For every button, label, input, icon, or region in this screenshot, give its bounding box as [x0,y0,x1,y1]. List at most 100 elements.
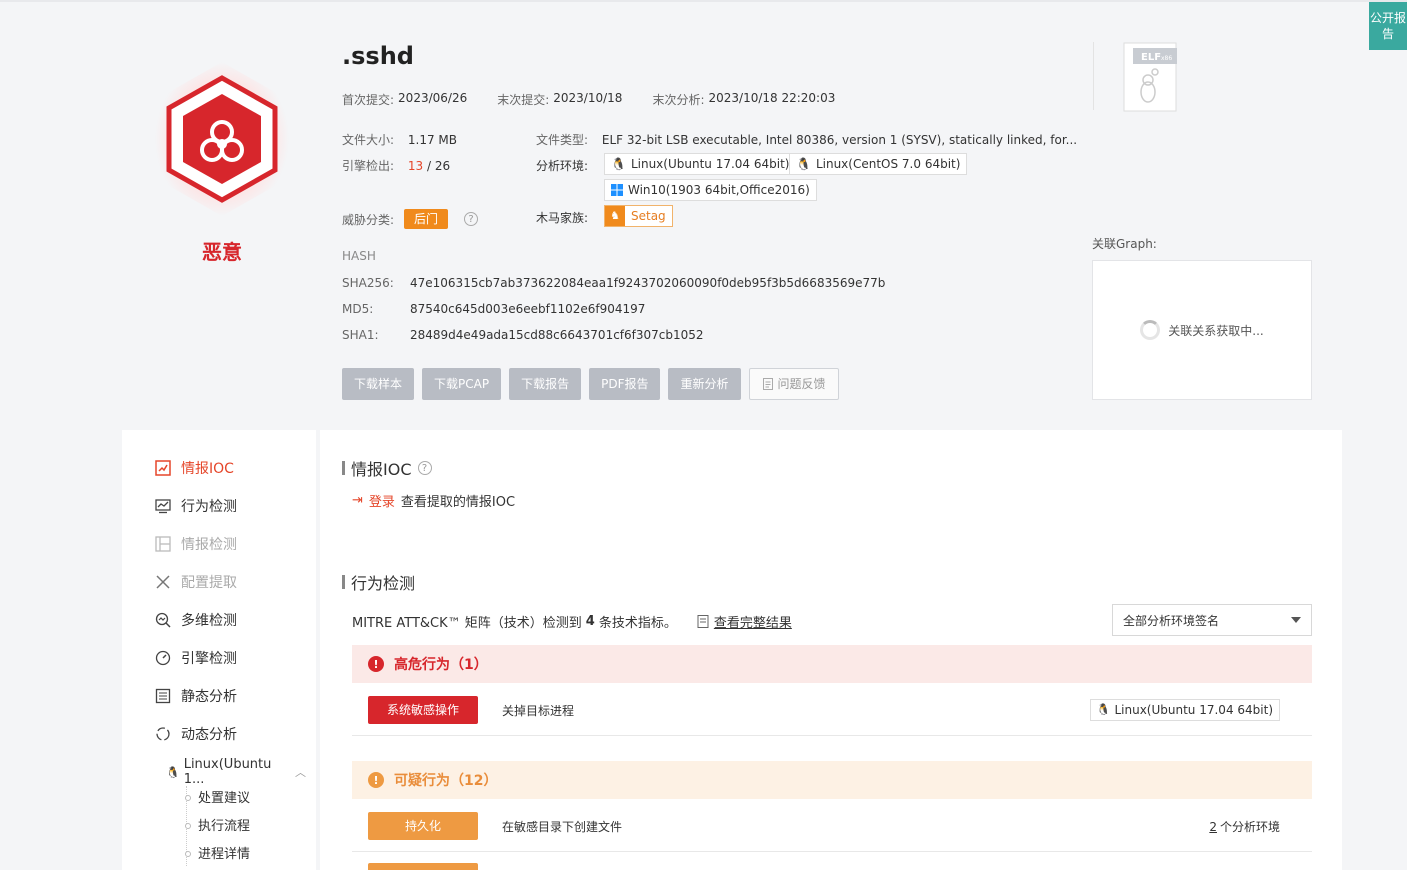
download-report-button[interactable]: 下载报告 [509,368,582,400]
table-row[interactable]: 持久化 在敏感目录下创建文件 2 个分析环境 [352,800,1312,852]
ioc-hint-text: 查看提取的情报IOC [400,495,516,510]
sidebar-item-static[interactable]: 静态分析 [154,686,237,706]
title-bar [342,461,345,475]
linux-icon: 🐧 [166,765,180,779]
sidebar-item-intel[interactable]: 情报检测 [154,534,237,554]
cycle-icon [154,725,172,743]
file-type-value: ELF 32-bit LSB executable, Intel 80386, … [601,133,1078,147]
view-full-results-link[interactable]: 查看完整结果 [697,612,792,631]
env-tag: 🐧 Linux(Ubuntu 17.04 64bit) [1089,699,1280,721]
title-bar [342,575,345,589]
sidebar-sub-process[interactable]: 进程详情 [184,843,250,862]
table-row[interactable]: 系统敏感操作 关掉目标进程 🐧 Linux(Ubuntu 17.04 64bit… [352,684,1312,736]
top-divider [0,0,1407,2]
sidebar-sub-flow[interactable]: 执行流程 [184,815,250,834]
ioc-login-hint: ⇥ 登录 查看提取的情报IOC [352,491,515,510]
behavior-desc: 在敏感目录下创建文件 [502,820,623,834]
ioc-icon [154,459,172,477]
gauge-icon [154,649,172,667]
last-submit-value: 2023/10/18 [553,91,623,105]
verdict-badge: 恶意 [143,60,301,270]
threat-label: 威胁分类: [342,212,395,227]
divider [1093,42,1094,110]
mitre-summary: MITRE ATT&CK™ 矩阵（技术）检测到 4 条技术指标。 查看完整结果 [352,612,792,631]
engines-label: 引擎检出: [342,159,395,173]
env-count[interactable]: 2 个分析环境 [1209,818,1280,835]
last-analysis-label: 末次分析: [652,93,705,107]
file-type: 文件类型: ELF 32-bit LSB executable, Intel 8… [536,131,1077,148]
login-icon: ⇥ [352,493,363,508]
elf-label: ELF [1141,52,1161,63]
threat-class: 威胁分类: 后门 ? [342,209,479,229]
feedback-button[interactable]: 问题反馈 [748,368,839,400]
engine-detections: 引擎检出: 13 / 26 [342,157,450,174]
env-tag-centos[interactable]: 🐧 Linux(CentOS 7.0 64bit) [789,153,968,175]
help-icon[interactable]: ? [417,461,432,475]
sha1-value[interactable]: 28489d4e49ada15cd88c6643701cf6f307cb1052 [410,328,704,342]
sidebar-item-multidim[interactable]: 多维检测 [154,610,237,630]
sha256-value[interactable]: 47e106315cb7ab373622084eaa1f924370206009… [410,276,885,290]
sidebar-sub-advice[interactable]: 处置建议 [184,787,250,806]
sidebar-env-ubuntu[interactable]: 🐧 Linux(Ubuntu 1... ︿ [166,757,306,787]
verdict-label: 恶意 [202,240,242,264]
elf-sublabel: x86 [1161,55,1172,62]
linux-icon: 🐧 [1096,703,1111,716]
layout-icon [154,535,172,553]
alert-icon: ! [368,656,384,672]
elf-file-icon: ELF x86 [1123,42,1177,112]
env-tag-win10[interactable]: Win10(1903 64bit,Office2016) [604,179,817,201]
graph-panel: 关联关系获取中... [1092,260,1312,400]
biohazard-hex-icon [155,62,289,216]
sidebar-item-engine[interactable]: 引擎检测 [154,648,237,668]
public-report-button[interactable]: 公开报告 [1369,2,1407,50]
last-analysis-value: 2023/10/18 22:20:03 [708,91,836,105]
alert-icon: ! [368,772,384,788]
sha256-row: SHA256: 47e106315cb7ab373622084eaa1f92437… [342,276,886,290]
action-toolbar: 下载样本 下载PCAP 下载报告 PDF报告 重新分析 问题反馈 [342,368,839,400]
graph-label: 关联Graph: [1092,237,1157,251]
sidebar-item-behavior[interactable]: 行为检测 [154,496,237,516]
hash-title: HASH [342,249,376,263]
sidebar-item-config[interactable]: 配置提取 [154,572,237,592]
document-icon [697,615,709,628]
behavior-desc: 关掉目标进程 [502,704,575,718]
file-size-label: 文件大小: [342,133,395,147]
md5-value[interactable]: 87540c645d003e6eebf1102e6f904197 [410,302,645,316]
last-submit-label: 末次提交: [497,93,550,107]
radar-icon [154,611,172,629]
linux-icon: 🐧 [796,157,811,171]
behavior-section-title: 行为检测 [342,570,415,594]
loading-spinner-icon [1140,320,1161,340]
list-icon [154,687,172,705]
first-submit-value: 2023/06/26 [398,91,468,105]
high-risk-header[interactable]: ! 高危行为（1） [352,645,1312,683]
behavior-tag: 系统敏感操作 [368,696,478,724]
download-sample-button[interactable]: 下载样本 [342,368,415,400]
trojan-icon: ♞ [605,206,625,226]
submission-dates: 首次提交: 2023/06/26 末次提交: 2023/10/18 末次分析: … [342,91,865,108]
ioc-section-title: 情报IOC ? [342,456,432,480]
file-name: .sshd [342,42,414,70]
suspicious-header[interactable]: ! 可疑行为（12） [352,761,1312,799]
reanalyze-button[interactable]: 重新分析 [668,368,741,400]
sidebar-item-dynamic[interactable]: 动态分析 [154,724,237,744]
help-icon[interactable]: ? [464,212,479,226]
env-signature-select[interactable]: 全部分析环境签名 [1112,604,1312,636]
first-submit-label: 首次提交: [342,93,395,107]
pdf-report-button[interactable]: PDF报告 [589,368,661,400]
caret-down-icon [1291,617,1301,623]
download-pcap-button[interactable]: 下载PCAP [422,368,502,400]
sidebar-item-ioc[interactable]: 情报IOC [154,458,234,478]
behavior-tag: 持久化 [368,812,478,840]
login-link[interactable]: 登录 [369,491,395,510]
env-tag-ubuntu[interactable]: 🐧 Linux(Ubuntu 17.04 64bit) [604,153,797,175]
chevron-up-icon[interactable]: ︿ [295,764,306,780]
monitor-icon [154,497,172,515]
graph-loading-text: 关联关系获取中... [1168,323,1264,338]
family-tag[interactable]: ♞ Setag [604,205,673,227]
file-size: 文件大小: 1.17 MB [342,131,457,148]
document-icon [762,378,773,390]
sha1-row: SHA1: 28489d4e49ada15cd88c6643701cf6f307c… [342,328,704,342]
family-label: 木马家族: [536,211,589,225]
md5-row: MD5: 87540c645d003e6eebf1102e6f904197 [342,302,646,316]
